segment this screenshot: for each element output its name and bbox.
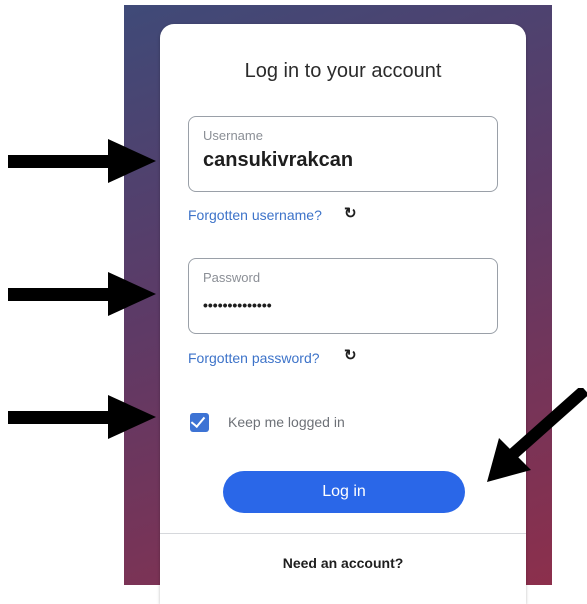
- password-value[interactable]: ••••••••••••••: [203, 297, 272, 313]
- need-account-link[interactable]: Need an account?: [160, 555, 526, 571]
- username-field[interactable]: Username cansukivrakcan: [188, 116, 498, 192]
- arrow-right-icon: [8, 272, 156, 316]
- login-card: Log in to your account Username cansukiv…: [160, 24, 526, 604]
- arrow-right-icon: [8, 395, 156, 439]
- login-button[interactable]: Log in: [223, 471, 465, 513]
- arrow-right-icon: [8, 139, 156, 183]
- forgotten-password-link[interactable]: Forgotten password?: [188, 350, 320, 366]
- keep-logged-in-checkbox[interactable]: [190, 412, 209, 432]
- password-label: Password: [203, 270, 261, 285]
- refresh-icon[interactable]: ↻: [344, 204, 357, 222]
- password-field[interactable]: Password ••••••••••••••: [188, 258, 498, 334]
- username-value[interactable]: cansukivrakcan: [203, 149, 353, 172]
- refresh-icon[interactable]: ↻: [344, 346, 357, 364]
- arrow-diagonal-icon: [487, 388, 587, 482]
- checkmark-icon: [190, 412, 206, 429]
- divider: [160, 533, 526, 534]
- forgotten-username-link[interactable]: Forgotten username?: [188, 207, 322, 223]
- username-label: Username: [203, 128, 263, 143]
- keep-logged-in-label[interactable]: Keep me logged in: [228, 414, 345, 430]
- page-title: Log in to your account: [244, 60, 442, 82]
